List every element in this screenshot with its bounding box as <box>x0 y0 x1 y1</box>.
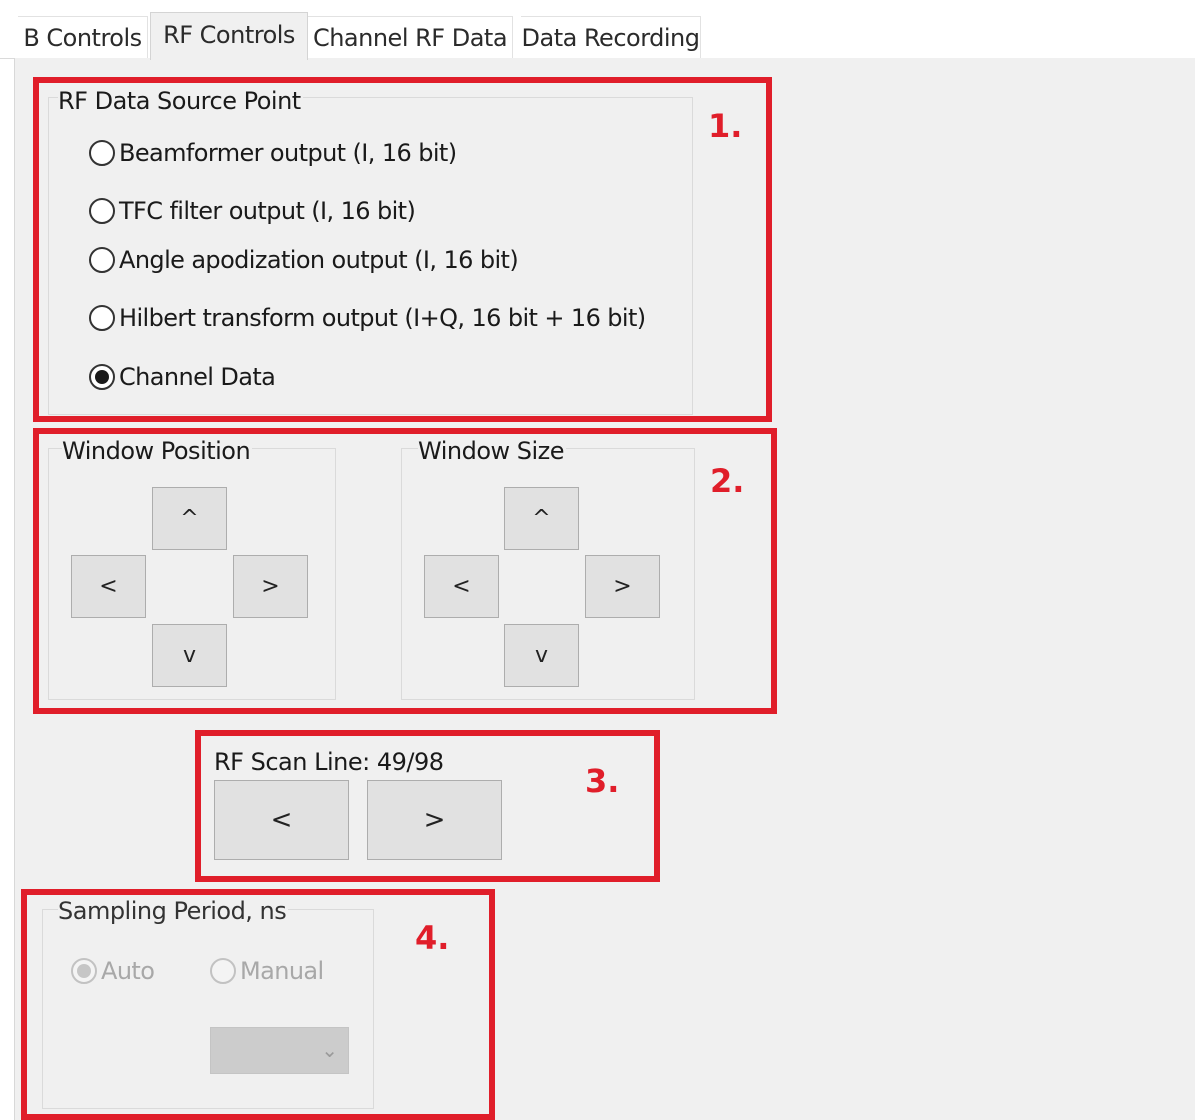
annotation-marker-3: 3. <box>585 762 620 800</box>
annotation-box-3 <box>195 730 660 882</box>
annotation-marker-2: 2. <box>710 462 745 500</box>
tab-channel-rf-data[interactable]: Channel RF Data <box>308 16 513 59</box>
annotation-marker-4: 4. <box>415 919 450 957</box>
tab-b-controls[interactable]: B Controls <box>18 16 148 59</box>
tab-rf-controls[interactable]: RF Controls <box>150 12 308 60</box>
annotation-box-1 <box>33 77 772 422</box>
annotation-box-2 <box>33 428 777 714</box>
tab-data-recording[interactable]: Data Recording <box>521 16 701 59</box>
annotation-marker-1: 1. <box>708 107 743 145</box>
